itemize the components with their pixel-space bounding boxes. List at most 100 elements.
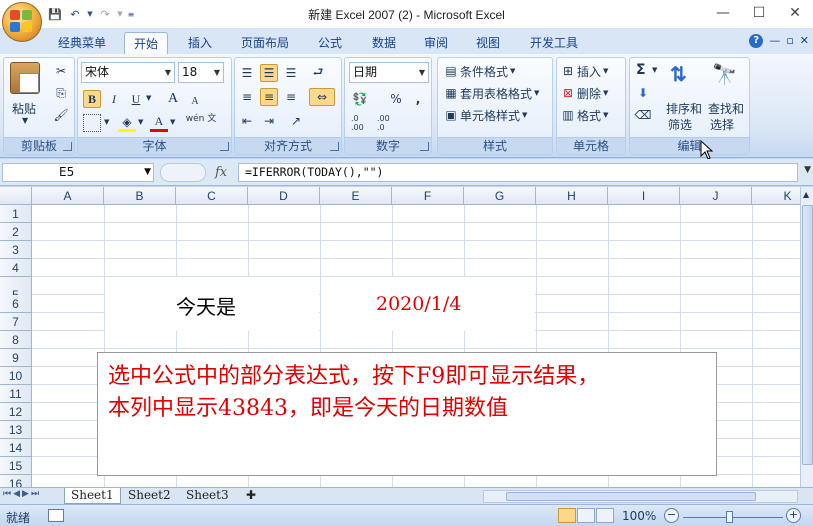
format-cells-button[interactable]: ▥ 格式 ▼ bbox=[561, 105, 608, 125]
column-header[interactable]: A bbox=[32, 187, 104, 205]
cell-styles-button[interactable]: ▣ 单元格样式 ▼ bbox=[444, 105, 527, 125]
tab-classic-menu[interactable]: 经典菜单 bbox=[52, 32, 112, 54]
help-icon[interactable]: ? bbox=[749, 34, 764, 48]
name-box[interactable]: E5 ▼ bbox=[2, 163, 154, 182]
font-launcher-icon[interactable] bbox=[220, 142, 229, 151]
bold-button[interactable]: B bbox=[83, 90, 101, 108]
copy-icon[interactable]: ⎘ bbox=[52, 84, 70, 102]
increase-indent-icon[interactable]: ⇥ bbox=[260, 112, 278, 130]
row-header[interactable]: 13 bbox=[0, 421, 32, 439]
select-all-corner[interactable] bbox=[0, 187, 32, 205]
fill-color-icon[interactable]: ◈ bbox=[118, 114, 136, 132]
sheet-tab-3[interactable]: Sheet3 bbox=[180, 488, 235, 504]
row-header[interactable]: 2 bbox=[0, 223, 32, 241]
minimize-button[interactable]: — bbox=[705, 3, 741, 23]
row-header[interactable]: 9 bbox=[0, 349, 32, 367]
horizontal-scroll-thumb[interactable] bbox=[506, 492, 756, 501]
row-header[interactable]: 16 bbox=[0, 475, 32, 487]
column-header[interactable]: C bbox=[176, 187, 248, 205]
paste-dropdown-icon[interactable]: ▼ bbox=[22, 116, 28, 125]
tab-home[interactable]: 开始 bbox=[124, 32, 168, 54]
find-select-label[interactable]: 查找和 bbox=[708, 100, 744, 117]
close-button[interactable]: ✕ bbox=[777, 3, 813, 23]
sheet-tab-2[interactable]: Sheet2 bbox=[122, 488, 177, 504]
row-header[interactable]: 11 bbox=[0, 385, 32, 403]
find-select-label-2[interactable]: 选择 bbox=[710, 116, 734, 133]
phonetic-button[interactable]: wén 文 bbox=[184, 114, 218, 124]
sheet-tab-1[interactable]: Sheet1 bbox=[64, 488, 121, 504]
italic-button[interactable]: I bbox=[105, 90, 123, 108]
vertical-scrollbar[interactable]: ▲ bbox=[800, 187, 813, 487]
row-header[interactable]: 15 bbox=[0, 457, 32, 475]
first-sheet-icon[interactable]: ⏮ bbox=[3, 489, 11, 499]
formula-input[interactable]: =IFERROR(TODAY(),"") bbox=[238, 163, 798, 182]
format-painter-icon[interactable]: 🖌 bbox=[52, 106, 70, 124]
alignment-launcher-icon[interactable] bbox=[330, 142, 339, 151]
sort-filter-label[interactable]: 排序和 bbox=[666, 100, 702, 117]
column-header[interactable]: K bbox=[752, 187, 800, 205]
wrap-text-icon[interactable]: ⮐ bbox=[309, 64, 327, 82]
column-header[interactable]: G bbox=[464, 187, 536, 205]
increase-decimal-button[interactable]: .0 .00 bbox=[351, 114, 373, 132]
office-button[interactable] bbox=[2, 2, 42, 42]
orientation-icon[interactable]: ↗ bbox=[287, 112, 305, 130]
column-header[interactable]: I bbox=[608, 187, 680, 205]
zoom-level[interactable]: 100% bbox=[622, 509, 656, 523]
tab-data[interactable]: 数据 bbox=[364, 32, 404, 54]
grow-font-button[interactable]: A bbox=[164, 90, 182, 108]
row-header[interactable]: 8 bbox=[0, 331, 32, 349]
cell-e5-date[interactable]: 2020/1/4 bbox=[376, 293, 461, 315]
chevron-down-icon[interactable]: ▼ bbox=[146, 94, 151, 102]
cut-icon[interactable]: ✂ bbox=[52, 62, 70, 80]
column-header[interactable]: F bbox=[392, 187, 464, 205]
annotation-textbox[interactable]: 选中公式中的部分表达式，按下F9即可显示结果， 本列中显示43843，即是今天的… bbox=[97, 352, 717, 476]
tab-formulas[interactable]: 公式 bbox=[310, 32, 350, 54]
scroll-up-icon[interactable]: ▲ bbox=[803, 190, 809, 199]
font-color-button[interactable]: A bbox=[150, 114, 168, 132]
maximize-button[interactable]: ☐ bbox=[741, 3, 777, 23]
decrease-indent-icon[interactable]: ⇤ bbox=[238, 112, 256, 130]
chevron-down-icon[interactable]: ▼ bbox=[652, 66, 657, 74]
tab-view[interactable]: 视图 bbox=[468, 32, 508, 54]
font-size-combo[interactable]: 18 ▼ bbox=[178, 62, 224, 83]
clear-icon[interactable]: ⌫ bbox=[634, 106, 652, 124]
zoom-in-button[interactable]: + bbox=[786, 508, 801, 523]
fill-icon[interactable]: ⬇ bbox=[634, 84, 652, 102]
align-top-icon[interactable]: ☰ bbox=[238, 64, 256, 82]
zoom-out-button[interactable]: − bbox=[664, 508, 679, 523]
normal-view-icon[interactable] bbox=[558, 508, 576, 523]
chevron-down-icon[interactable]: ▼ bbox=[138, 118, 143, 126]
tab-developer[interactable]: 开发工具 bbox=[524, 32, 584, 54]
underline-button[interactable]: U bbox=[127, 90, 145, 108]
expand-formula-icon[interactable]: ▼ bbox=[804, 165, 811, 175]
zoom-slider-thumb[interactable] bbox=[726, 511, 733, 523]
paste-button[interactable]: 粘贴 bbox=[12, 100, 36, 117]
vertical-scroll-thumb[interactable] bbox=[802, 205, 813, 465]
borders-icon[interactable] bbox=[83, 114, 101, 132]
align-left-icon[interactable]: ≡ bbox=[238, 88, 256, 106]
tab-review[interactable]: 审阅 bbox=[416, 32, 456, 54]
column-header[interactable]: J bbox=[680, 187, 752, 205]
ribbon-restore-icon[interactable]: ▫ bbox=[786, 34, 793, 48]
macro-record-icon[interactable] bbox=[48, 509, 64, 522]
align-center-icon[interactable]: ≡ bbox=[260, 88, 278, 106]
align-middle-icon[interactable]: ☰ bbox=[260, 64, 278, 82]
align-right-icon[interactable]: ≡ bbox=[282, 88, 300, 106]
formula-bar-resizer[interactable] bbox=[160, 163, 206, 182]
insert-sheet-icon[interactable]: ✚ bbox=[240, 488, 266, 504]
decrease-decimal-button[interactable]: .00 .0 bbox=[377, 114, 399, 132]
percent-button[interactable]: % bbox=[387, 90, 405, 108]
row-header[interactable]: 1 bbox=[0, 205, 32, 223]
number-format-combo[interactable]: 日期 ▼ bbox=[349, 62, 429, 83]
prev-sheet-icon[interactable]: ◀ bbox=[13, 489, 20, 499]
binoculars-icon[interactable]: 🔭 bbox=[712, 62, 737, 86]
autosum-button[interactable]: Σ bbox=[636, 62, 646, 78]
row-header[interactable]: 3 bbox=[0, 241, 32, 259]
row-header[interactable]: 14 bbox=[0, 439, 32, 457]
tab-page-layout[interactable]: 页面布局 bbox=[236, 32, 294, 54]
row-header[interactable]: 6 bbox=[0, 295, 32, 313]
currency-icon[interactable]: 💱 bbox=[351, 90, 369, 108]
row-header[interactable]: 7 bbox=[0, 313, 32, 331]
column-header[interactable]: H bbox=[536, 187, 608, 205]
tab-insert[interactable]: 插入 bbox=[180, 32, 220, 54]
